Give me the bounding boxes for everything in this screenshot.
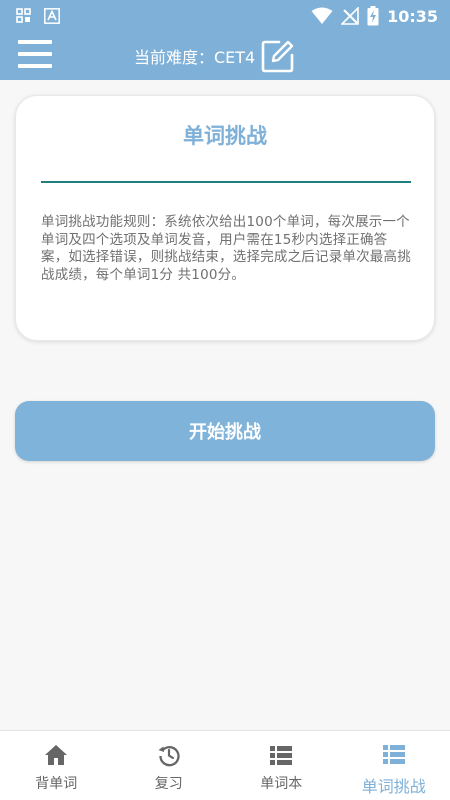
home-icon	[45, 745, 68, 765]
nav-label: 背单词	[35, 776, 78, 792]
menu-button[interactable]	[18, 40, 52, 70]
status-time: 10:35	[387, 6, 438, 26]
nav-item-wordbook[interactable]: 单词本	[225, 731, 338, 800]
list-icon	[270, 746, 293, 765]
status-bar: 10:35	[0, 0, 450, 32]
nav-label: 单词本	[260, 776, 303, 792]
challenge-rules-text: 单词挑战功能规则：系统依次给出100个单词，每次展示一个单词及四个选项及单词发音…	[41, 214, 411, 283]
challenge-info-card: 单词挑战 单词挑战功能规则：系统依次给出100个单词，每次展示一个单词及四个选项…	[15, 95, 435, 341]
app-bar: 当前难度：CET4	[0, 32, 450, 80]
difficulty-indicator: 当前难度：CET4	[134, 39, 295, 73]
card-title: 单词挑战	[183, 124, 267, 148]
grid-app-icon	[16, 8, 31, 23]
nav-label: 复习	[154, 776, 183, 792]
hamburger-menu-icon	[18, 40, 52, 44]
list-icon	[382, 745, 405, 764]
status-right-icons: 10:35	[311, 6, 438, 26]
title-divider	[41, 181, 411, 183]
nav-item-memorize[interactable]: 背单词	[0, 731, 113, 800]
bottom-navigation: 背单词 复习 单词本 单词挑战	[0, 730, 450, 800]
start-challenge-button[interactable]: 开始挑战	[15, 401, 435, 461]
battery-charging-icon	[367, 6, 379, 26]
no-signal-icon	[341, 7, 359, 25]
top-bar: 10:35 当前难度：CET4	[0, 0, 450, 80]
status-left-icons	[16, 8, 60, 24]
nav-item-word-challenge[interactable]: 单词挑战	[338, 731, 450, 800]
nav-item-review[interactable]: 复习	[113, 731, 226, 800]
nav-label: 单词挑战	[361, 777, 426, 796]
edit-square-icon[interactable]	[261, 39, 295, 73]
text-a-icon	[44, 8, 60, 24]
difficulty-label: 当前难度：CET4	[134, 48, 256, 67]
history-icon	[158, 746, 180, 767]
wifi-icon	[311, 7, 333, 24]
